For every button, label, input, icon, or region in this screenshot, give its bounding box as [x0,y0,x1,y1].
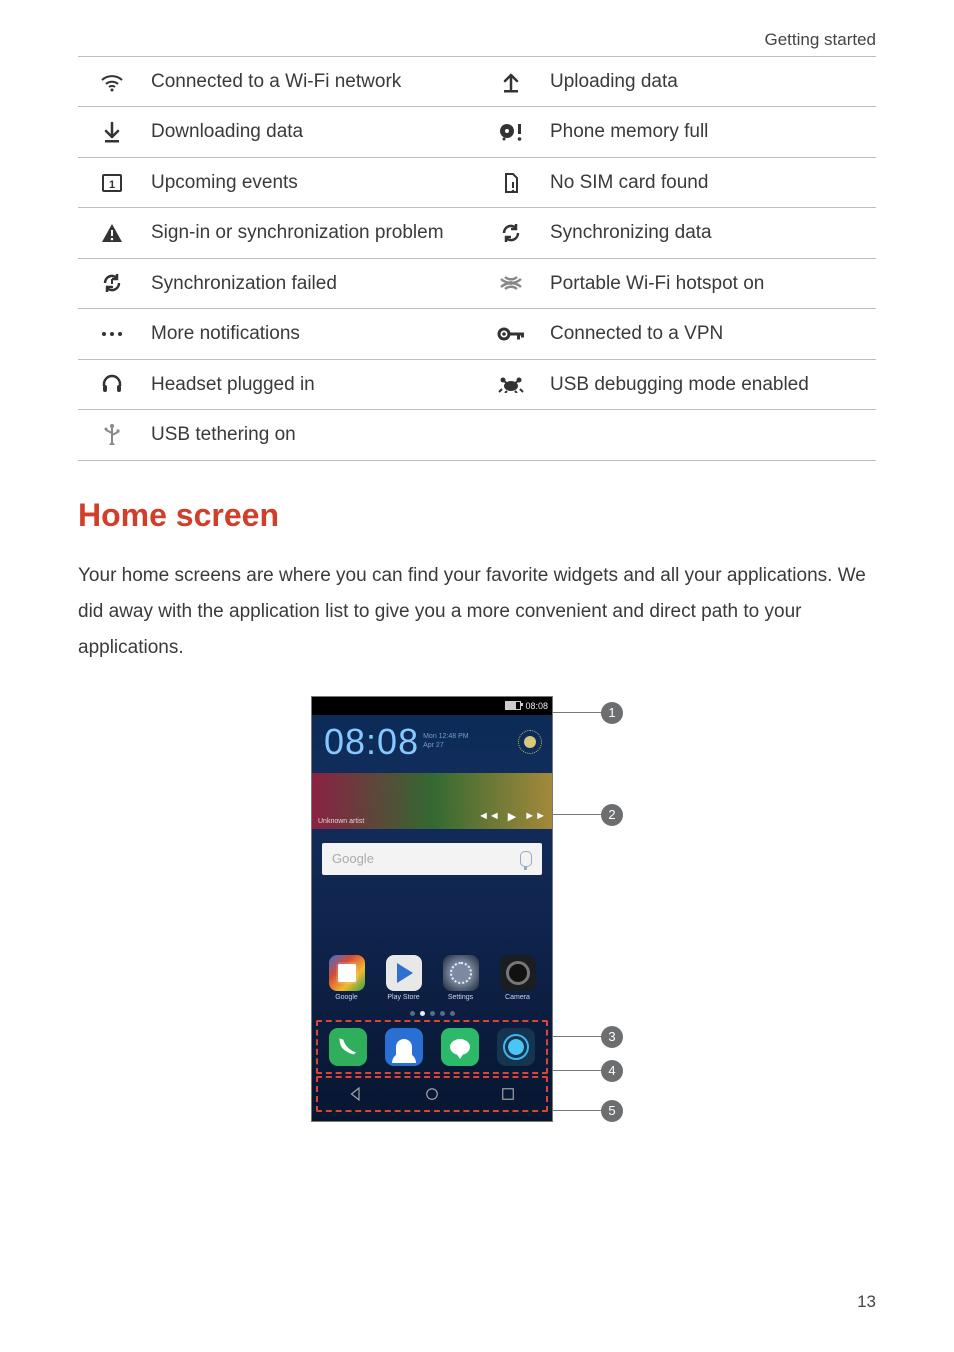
music-next-icon: ►► [524,810,546,823]
status-bar: 08:08 [312,697,552,715]
home-screen-figure: 08:08 08:08 Mon 12:48 PM Apr 27 Unknown … [78,696,876,1122]
icon-label: Headset plugged in [145,359,477,409]
table-row: 1 Upcoming events No SIM card found [78,157,876,207]
table-row: Downloading data Phone memory full [78,107,876,157]
dock [318,1022,546,1072]
table-row: Synchronization failed Portable Wi-Fi ho… [78,258,876,308]
nav-back-icon [347,1085,365,1103]
icon-label: Sign-in or synchronization problem [145,208,477,258]
icon-label: Phone memory full [544,107,876,157]
callouts: 1 2 3 4 5 [553,696,643,1122]
icon-label: Synchronizing data [544,208,876,258]
callout-5: 5 [601,1100,623,1122]
clock-sub1: Mon 12:48 PM [423,733,469,741]
nav-home-icon [423,1085,441,1103]
dialer-app [329,1028,367,1066]
icon-label: No SIM card found [544,157,876,207]
document-page: Getting started Connected to a Wi-Fi net… [0,0,954,1352]
search-widget: Google [322,843,542,875]
icon-label: Connected to a VPN [544,309,876,359]
page-number: 13 [857,1292,876,1312]
callout-4: 4 [601,1060,623,1082]
app-row: Google Play Store Settings Camera [312,955,552,1001]
more-icon [78,309,145,359]
clock-widget: 08:08 Mon 12:48 PM Apr 27 [312,715,552,767]
camera-app: Camera [500,955,536,1001]
usb-tether-icon [78,410,145,460]
no-sim-icon [477,157,544,207]
sync-icon [477,208,544,258]
download-icon [78,107,145,157]
contacts-app [385,1028,423,1066]
google-app: Google [329,955,365,1001]
mic-icon [520,851,532,867]
icon-label: Upcoming events [145,157,477,207]
browser-app [497,1028,535,1066]
icon-label: Downloading data [145,107,477,157]
icon-label: Portable Wi-Fi hotspot on [544,258,876,308]
empty-icon [477,410,544,460]
table-row: Connected to a Wi-Fi network Uploading d… [78,57,876,107]
music-widget: Unknown artist ◄◄ ▶ ►► [312,773,552,829]
warning-icon [78,208,145,258]
icon-label: Connected to a Wi-Fi network [145,57,477,107]
sync-fail-icon [78,258,145,308]
settings-app: Settings [443,955,479,1001]
table-row: More notifications Connected to a VPN [78,309,876,359]
page-indicator [312,1011,552,1016]
section-heading: Home screen [78,497,876,534]
icon-label: Uploading data [544,57,876,107]
app-label: Camera [505,994,530,1001]
usb-debug-icon [477,359,544,409]
callout-2: 2 [601,804,623,826]
page-header: Getting started [78,30,876,50]
phone-screenshot: 08:08 08:08 Mon 12:48 PM Apr 27 Unknown … [311,696,553,1122]
wifi-icon [78,57,145,107]
dock-highlight [316,1020,548,1074]
status-icons-table: Connected to a Wi-Fi network Uploading d… [78,56,876,461]
play-app: Play Store [386,955,422,1001]
upload-icon [477,57,544,107]
icon-label: USB tethering on [145,410,477,460]
table-row: Headset plugged in USB debugging mode en… [78,359,876,409]
app-label: Settings [448,994,473,1001]
app-label: Play Store [387,994,419,1001]
vpn-icon [477,309,544,359]
clock-sub2: Apr 27 [423,742,469,750]
memory-full-icon [477,107,544,157]
callout-3: 3 [601,1026,623,1048]
icon-label [544,410,876,460]
svg-text:1: 1 [108,179,114,191]
intro-paragraph: Your home screens are where you can find… [78,558,876,666]
navbar-highlight [316,1076,548,1112]
navigation-bar [318,1078,546,1110]
messaging-app [441,1028,479,1066]
music-prev-icon: ◄◄ [478,810,500,823]
battery-icon [505,701,521,710]
table-row: USB tethering on [78,410,876,460]
clock-time: 08:08 [324,721,419,763]
music-play-icon: ▶ [508,810,516,823]
hotspot-icon [477,258,544,308]
status-time: 08:08 [525,701,548,711]
music-label: Unknown artist [318,818,364,825]
icon-label: More notifications [145,309,477,359]
callout-1: 1 [601,702,623,724]
icon-label: Synchronization failed [145,258,477,308]
nav-recent-icon [499,1085,517,1103]
icon-label: USB debugging mode enabled [544,359,876,409]
headset-icon [78,359,145,409]
search-placeholder: Google [332,851,374,866]
app-label: Google [335,994,358,1001]
weather-icon [518,730,542,754]
table-row: Sign-in or synchronization problem Synch… [78,208,876,258]
calendar-icon: 1 [78,157,145,207]
